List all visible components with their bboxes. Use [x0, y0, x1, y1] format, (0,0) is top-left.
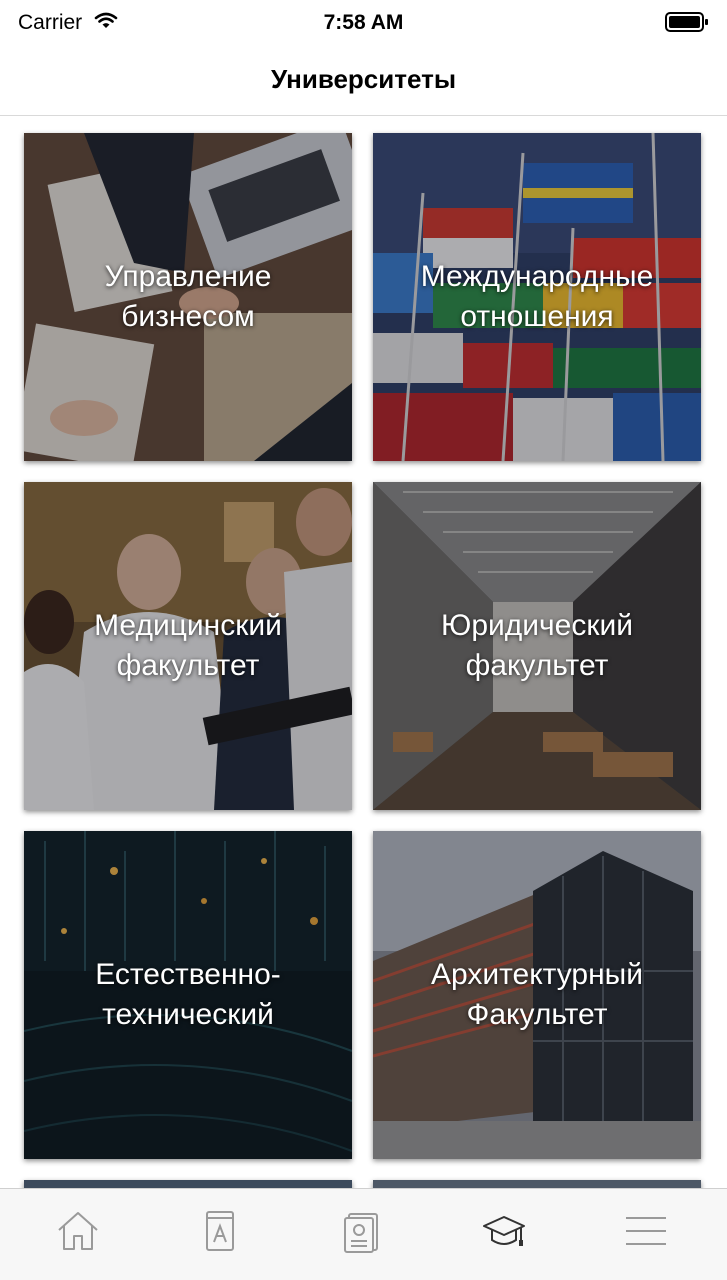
tile-label: Юридический факультет	[373, 606, 701, 686]
tab-bar	[0, 1188, 727, 1280]
tab-menu[interactable]	[616, 1203, 676, 1263]
tab-profile[interactable]	[332, 1203, 392, 1263]
tile-label-line2: технический	[102, 998, 274, 1031]
tile-architecture-faculty[interactable]: Архитектурный Факультет	[373, 831, 701, 1159]
status-time: 7:58 AM	[323, 11, 404, 34]
tile-business-management[interactable]: Управление бизнесом	[24, 133, 352, 461]
tile-partial-right[interactable]	[373, 1180, 701, 1188]
tile-label-line2: факультет	[116, 649, 260, 682]
tile-label: Естественно- технический	[24, 955, 352, 1035]
tile-label-line1: Международные	[420, 260, 654, 293]
tile-label: Международные отношения	[373, 257, 701, 337]
faculty-grid: Управление бизнесом Международные отноше…	[0, 116, 727, 1188]
tile-label-line1: Архитектурный	[431, 958, 643, 991]
tile-medical-faculty[interactable]: Медицинский факультет	[24, 482, 352, 810]
tab-book[interactable]	[190, 1203, 250, 1263]
page-title: Университеты	[270, 64, 457, 94]
tile-label: Архитектурный Факультет	[373, 955, 701, 1035]
tile-label-line2: бизнесом	[121, 300, 255, 333]
navigation-bar: Университеты	[0, 44, 727, 116]
menu-icon	[623, 1208, 669, 1259]
tile-label-line2: отношения	[460, 300, 614, 333]
tile-natural-technical[interactable]: Естественно- технический	[24, 831, 352, 1159]
graduation-cap-icon	[481, 1208, 527, 1259]
tile-label-line1: Естественно-	[95, 958, 281, 991]
book-icon	[197, 1208, 243, 1259]
tile-label-line1: Юридический	[441, 609, 633, 642]
home-icon	[55, 1208, 101, 1259]
tile-partial-left[interactable]	[24, 1180, 352, 1188]
tile-label-line1: Медицинский	[94, 609, 282, 642]
tile-label-line2: факультет	[465, 649, 609, 682]
battery-icon	[665, 12, 709, 37]
tile-label: Медицинский факультет	[24, 606, 352, 686]
tile-label: Управление бизнесом	[24, 257, 352, 337]
tile-label-line2: Факультет	[466, 998, 608, 1031]
tab-home[interactable]	[48, 1203, 108, 1263]
tile-label-line1: Управление	[104, 260, 272, 293]
tile-law-faculty[interactable]: Юридический факультет	[373, 482, 701, 810]
tile-international-relations[interactable]: Международные отношения	[373, 133, 701, 461]
status-bar: Carrier 7:58 AM	[0, 0, 727, 44]
id-card-icon	[339, 1208, 385, 1259]
tab-universities[interactable]	[474, 1203, 534, 1263]
